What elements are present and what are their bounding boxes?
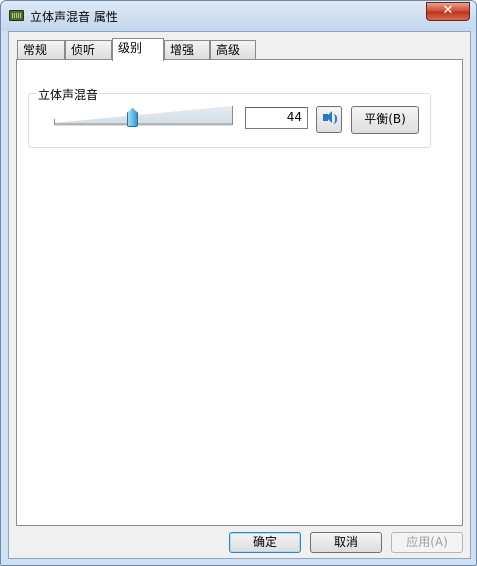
speaker-icon — [323, 111, 332, 123]
close-button[interactable]: ✕ — [426, 2, 470, 21]
apply-button[interactable]: 应用(A) — [391, 532, 463, 553]
ok-button[interactable]: 确定 — [229, 532, 301, 553]
tab-listen[interactable]: 侦听 — [65, 40, 112, 60]
stereo-mix-group: 立体声混音 44 平衡(B) — [28, 86, 431, 148]
levels-panel: 立体声混音 44 平衡(B) — [16, 59, 463, 526]
dialog-body: 常规 侦听 级别 增强 高级 立体声混音 44 平衡(B) 确定 取消 应用(A… — [8, 31, 471, 559]
properties-dialog: 立体声混音 属性 ✕ 常规 侦听 级别 增强 高级 立体声混音 44 平衡(B)… — [0, 0, 477, 566]
mute-button[interactable] — [316, 106, 342, 133]
slider-tick-min — [54, 119, 55, 125]
slider-track — [54, 123, 232, 125]
tab-advanced[interactable]: 高级 — [210, 40, 256, 60]
slider-tick-max — [232, 106, 233, 125]
slider-thumb[interactable] — [127, 108, 138, 127]
tab-levels[interactable]: 级别 — [112, 38, 164, 61]
volume-value-field[interactable]: 44 — [245, 107, 308, 129]
balance-button[interactable]: 平衡(B) — [351, 106, 419, 134]
group-label: 立体声混音 — [36, 86, 101, 103]
tab-enhancements[interactable]: 增强 — [164, 40, 210, 60]
sound-waves-icon — [333, 114, 337, 124]
volume-slider[interactable] — [54, 104, 234, 127]
sound-card-icon — [9, 10, 24, 21]
title-bar[interactable]: 立体声混音 属性 ✕ — [1, 1, 476, 31]
cancel-button[interactable]: 取消 — [310, 532, 382, 553]
window-title: 立体声混音 属性 — [30, 10, 118, 24]
tab-general[interactable]: 常规 — [17, 40, 65, 60]
